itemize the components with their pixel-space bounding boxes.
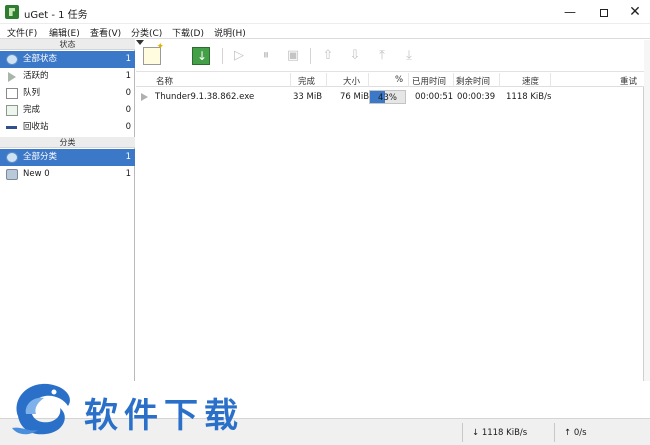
toolbar-separator [310, 48, 311, 64]
close-button[interactable]: ✕ [618, 0, 650, 24]
status-separator [554, 423, 555, 442]
menu-category[interactable]: 分类(C) [131, 26, 162, 39]
column-percent[interactable]: % [395, 75, 403, 85]
status-header: 状态 [0, 39, 135, 50]
start-icon[interactable]: ▷ [230, 47, 248, 65]
download-row[interactable]: Thunder9.1.38.862.exe 33 MiB 76 MiB 43% … [136, 88, 650, 106]
sidebar-item-count: 1 [125, 152, 131, 162]
maximize-icon [600, 8, 608, 17]
download-elapsed: 00:00:51 [415, 92, 454, 102]
column-separator [368, 73, 369, 87]
sidebar-item-label: 活跃的 [23, 71, 49, 81]
dragon-logo-icon [12, 383, 70, 435]
move-top-icon[interactable]: ⤒ [373, 47, 391, 65]
column-separator [408, 73, 409, 87]
sidebar-item-recycled[interactable]: 回收站 0 [0, 119, 135, 136]
finished-icon [6, 105, 18, 116]
menu-download[interactable]: 下载(D) [172, 26, 204, 39]
menu-help[interactable]: 说明(H) [214, 26, 246, 39]
globe-icon [6, 152, 18, 163]
download-speed: 1118 KiB/s [506, 92, 552, 102]
upload-speed-status: ↑ 0/s [564, 428, 587, 438]
download-remaining: 00:00:39 [457, 92, 496, 102]
column-separator [550, 73, 551, 87]
vertical-scrollbar[interactable] [644, 40, 650, 381]
minimize-button[interactable]: — [553, 0, 587, 24]
column-complete[interactable]: 完成 [298, 75, 315, 87]
sidebar-item-finished[interactable]: 完成 0 [0, 102, 135, 119]
download-percent: 43% [378, 93, 397, 103]
title-bar: uGet - 1 任务 — ✕ [0, 0, 650, 24]
folder-icon [6, 169, 18, 180]
sidebar-item-queue[interactable]: 队列 0 [0, 85, 135, 102]
watermark: 软件下载 [2, 372, 282, 442]
sidebar-item-label: New 0 [23, 169, 50, 179]
sidebar-item-label: 完成 [23, 105, 41, 115]
column-speed[interactable]: 速度 [522, 75, 539, 87]
sidebar-item-label: 全部状态 [23, 54, 58, 64]
column-retry[interactable]: 重试 [620, 75, 637, 87]
recycle-icon [6, 126, 17, 129]
column-remaining[interactable]: 剩余时间 [456, 75, 490, 87]
sidebar-item-new-0[interactable]: New 0 1 [0, 166, 135, 183]
globe-icon [6, 54, 18, 65]
download-list [136, 73, 644, 381]
status-separator [462, 423, 463, 442]
pause-icon[interactable]: ⏸ [257, 47, 275, 65]
toolbar-separator [222, 48, 223, 64]
download-speed-status: ↓ 1118 KiB/s [472, 428, 528, 438]
sidebar-item-count: 1 [125, 54, 131, 64]
maximize-button[interactable] [587, 0, 621, 24]
new-download-button[interactable] [143, 42, 164, 65]
sidebar-item-label: 队列 [23, 88, 41, 98]
download-list-header: 名称 完成 大小 % 已用时间 剩余时间 速度 重试 [136, 73, 650, 87]
play-icon [8, 72, 16, 82]
column-separator [453, 73, 454, 87]
column-separator [290, 73, 291, 87]
sidebar-item-label: 全部分类 [23, 152, 58, 162]
new-menu-dropdown[interactable] [136, 40, 144, 45]
download-name: Thunder9.1.38.862.exe [155, 92, 255, 102]
sidebar-item-count: 1 [125, 169, 131, 179]
sidebar: 状态 全部状态 1 活跃的 1 队列 0 完成 0 回收站 0 分类 全部分类 … [0, 39, 135, 381]
category-header: 分类 [0, 137, 135, 148]
sidebar-item-count: 0 [125, 88, 131, 98]
column-separator [499, 73, 500, 87]
watermark-text: 软件下载 [84, 396, 244, 436]
toolbar: ▷ ⏸ ▣ ⇧ ⇩ ⤒ ⤓ [136, 40, 650, 72]
move-up-icon[interactable]: ⇧ [319, 47, 337, 65]
sidebar-item-label: 回收站 [23, 122, 49, 132]
properties-icon[interactable]: ▣ [284, 47, 302, 65]
sidebar-item-count: 0 [125, 105, 131, 115]
sidebar-item-active[interactable]: 活跃的 1 [0, 68, 135, 85]
menu-file[interactable]: 文件(F) [7, 26, 37, 39]
play-icon [141, 93, 148, 101]
download-size: 76 MiB [340, 92, 370, 102]
menu-bar: 文件(F) 编辑(E) 查看(V) 分类(C) 下载(D) 说明(H) [0, 24, 650, 39]
download-progress-bar: 43% [369, 90, 406, 104]
batch-download-button[interactable] [192, 47, 210, 65]
app-icon [5, 5, 19, 19]
column-size[interactable]: 大小 [343, 75, 360, 87]
menu-view[interactable]: 查看(V) [90, 26, 121, 39]
menu-edit[interactable]: 编辑(E) [49, 26, 80, 39]
queue-icon [6, 88, 18, 99]
window-title: uGet - 1 任务 [24, 10, 88, 21]
sidebar-item-all-status[interactable]: 全部状态 1 [0, 51, 135, 68]
sidebar-item-all-categories[interactable]: 全部分类 1 [0, 149, 135, 166]
column-name[interactable]: 名称 [156, 75, 173, 87]
sidebar-item-count: 1 [125, 71, 131, 81]
column-elapsed[interactable]: 已用时间 [412, 75, 446, 87]
download-complete: 33 MiB [293, 92, 323, 102]
move-bottom-icon[interactable]: ⤓ [400, 47, 418, 65]
move-down-icon[interactable]: ⇩ [346, 47, 364, 65]
sidebar-item-count: 0 [125, 122, 131, 132]
column-separator [326, 73, 327, 87]
